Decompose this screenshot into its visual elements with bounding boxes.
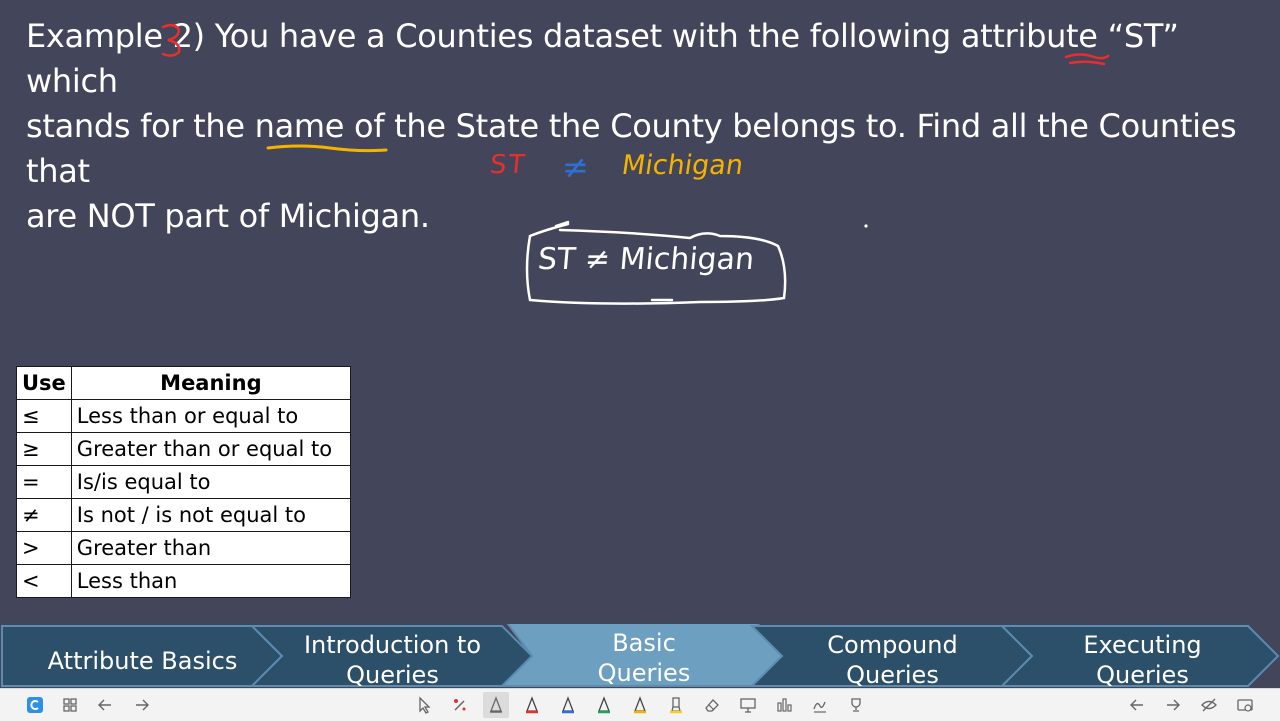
- pen-icon[interactable]: [483, 692, 509, 718]
- ink-michigan: Michigan: [619, 150, 746, 181]
- blue-pen-icon[interactable]: [555, 692, 581, 718]
- nav-step-compound-queries[interactable]: Compound Queries: [770, 630, 1015, 690]
- operator-symbol: ≤: [16, 399, 72, 433]
- nav-step-attribute-basics[interactable]: Attribute Basics: [20, 646, 265, 676]
- column-header-meaning: Meaning: [70, 366, 352, 400]
- forward-arrow-icon[interactable]: [1160, 692, 1186, 718]
- operator-meaning: Greater than: [70, 531, 352, 565]
- hide-icon[interactable]: [1196, 692, 1222, 718]
- annotation-toolbar: [0, 688, 1280, 721]
- operator-meaning: Less than: [70, 564, 352, 598]
- operator-symbol: <: [16, 564, 72, 598]
- operator-symbol: >: [16, 531, 72, 565]
- table-row: > Greater than: [16, 531, 352, 565]
- column-header-use: Use: [16, 366, 72, 400]
- ink-st: ST: [488, 150, 528, 180]
- table-header-row: Use Meaning: [16, 366, 352, 400]
- table-row: = Is/is equal to: [16, 465, 352, 499]
- red-pen-icon[interactable]: [519, 692, 545, 718]
- nav-step-basic-queries[interactable]: Basic Queries: [520, 628, 768, 688]
- chart-icon[interactable]: [771, 692, 797, 718]
- settings-icon[interactable]: [1232, 692, 1258, 718]
- back-arrow-icon[interactable]: [92, 692, 118, 718]
- operator-meaning: Is/is equal to: [70, 465, 352, 499]
- operator-meaning: Less than or equal to: [70, 399, 352, 433]
- pointer-icon[interactable]: [411, 692, 437, 718]
- table-row: ≠ Is not / is not equal to: [16, 498, 352, 532]
- operator-meaning: Greater than or equal to: [70, 432, 352, 466]
- ink-dot: [864, 224, 868, 228]
- ink-not-equal: ≠: [562, 148, 589, 186]
- signature-icon[interactable]: [807, 692, 833, 718]
- green-pen-icon[interactable]: [591, 692, 617, 718]
- operator-table: Use Meaning ≤ Less than or equal to ≥ Grea…: [16, 366, 352, 598]
- highlighter-icon[interactable]: [663, 692, 689, 718]
- whiteboard-icon[interactable]: [735, 692, 761, 718]
- red-ink-underline-st: [1064, 53, 1110, 66]
- ink-box-expression: ST ≠ Michigan: [536, 242, 756, 277]
- yellow-pen-icon[interactable]: [627, 692, 653, 718]
- table-row: ≤ Less than or equal to: [16, 399, 352, 433]
- eraser-icon[interactable]: [699, 692, 725, 718]
- nav-step-executing-queries[interactable]: Executing Queries: [1020, 630, 1265, 690]
- app-logo-icon[interactable]: [22, 692, 48, 718]
- laser-pen-icon[interactable]: [447, 692, 473, 718]
- trophy-icon[interactable]: [843, 692, 869, 718]
- operator-symbol: =: [16, 465, 72, 499]
- breadcrumb: Attribute Basics Introduction to Queries…: [0, 624, 1280, 690]
- operator-meaning: Is not / is not equal to: [70, 498, 352, 532]
- red-ink-number-mark: [161, 23, 181, 57]
- forward-arrow-icon[interactable]: [129, 692, 155, 718]
- nav-step-introduction-to-queries[interactable]: Introduction to Queries: [270, 630, 515, 690]
- grid-icon[interactable]: [57, 692, 83, 718]
- table-row: ≥ Greater than or equal to: [16, 432, 352, 466]
- yellow-ink-underline-michigan: [266, 144, 388, 153]
- table-row: < Less than: [16, 564, 352, 598]
- operator-symbol: ≠: [16, 498, 72, 532]
- back-arrow-icon[interactable]: [1124, 692, 1150, 718]
- operator-symbol: ≥: [16, 432, 72, 466]
